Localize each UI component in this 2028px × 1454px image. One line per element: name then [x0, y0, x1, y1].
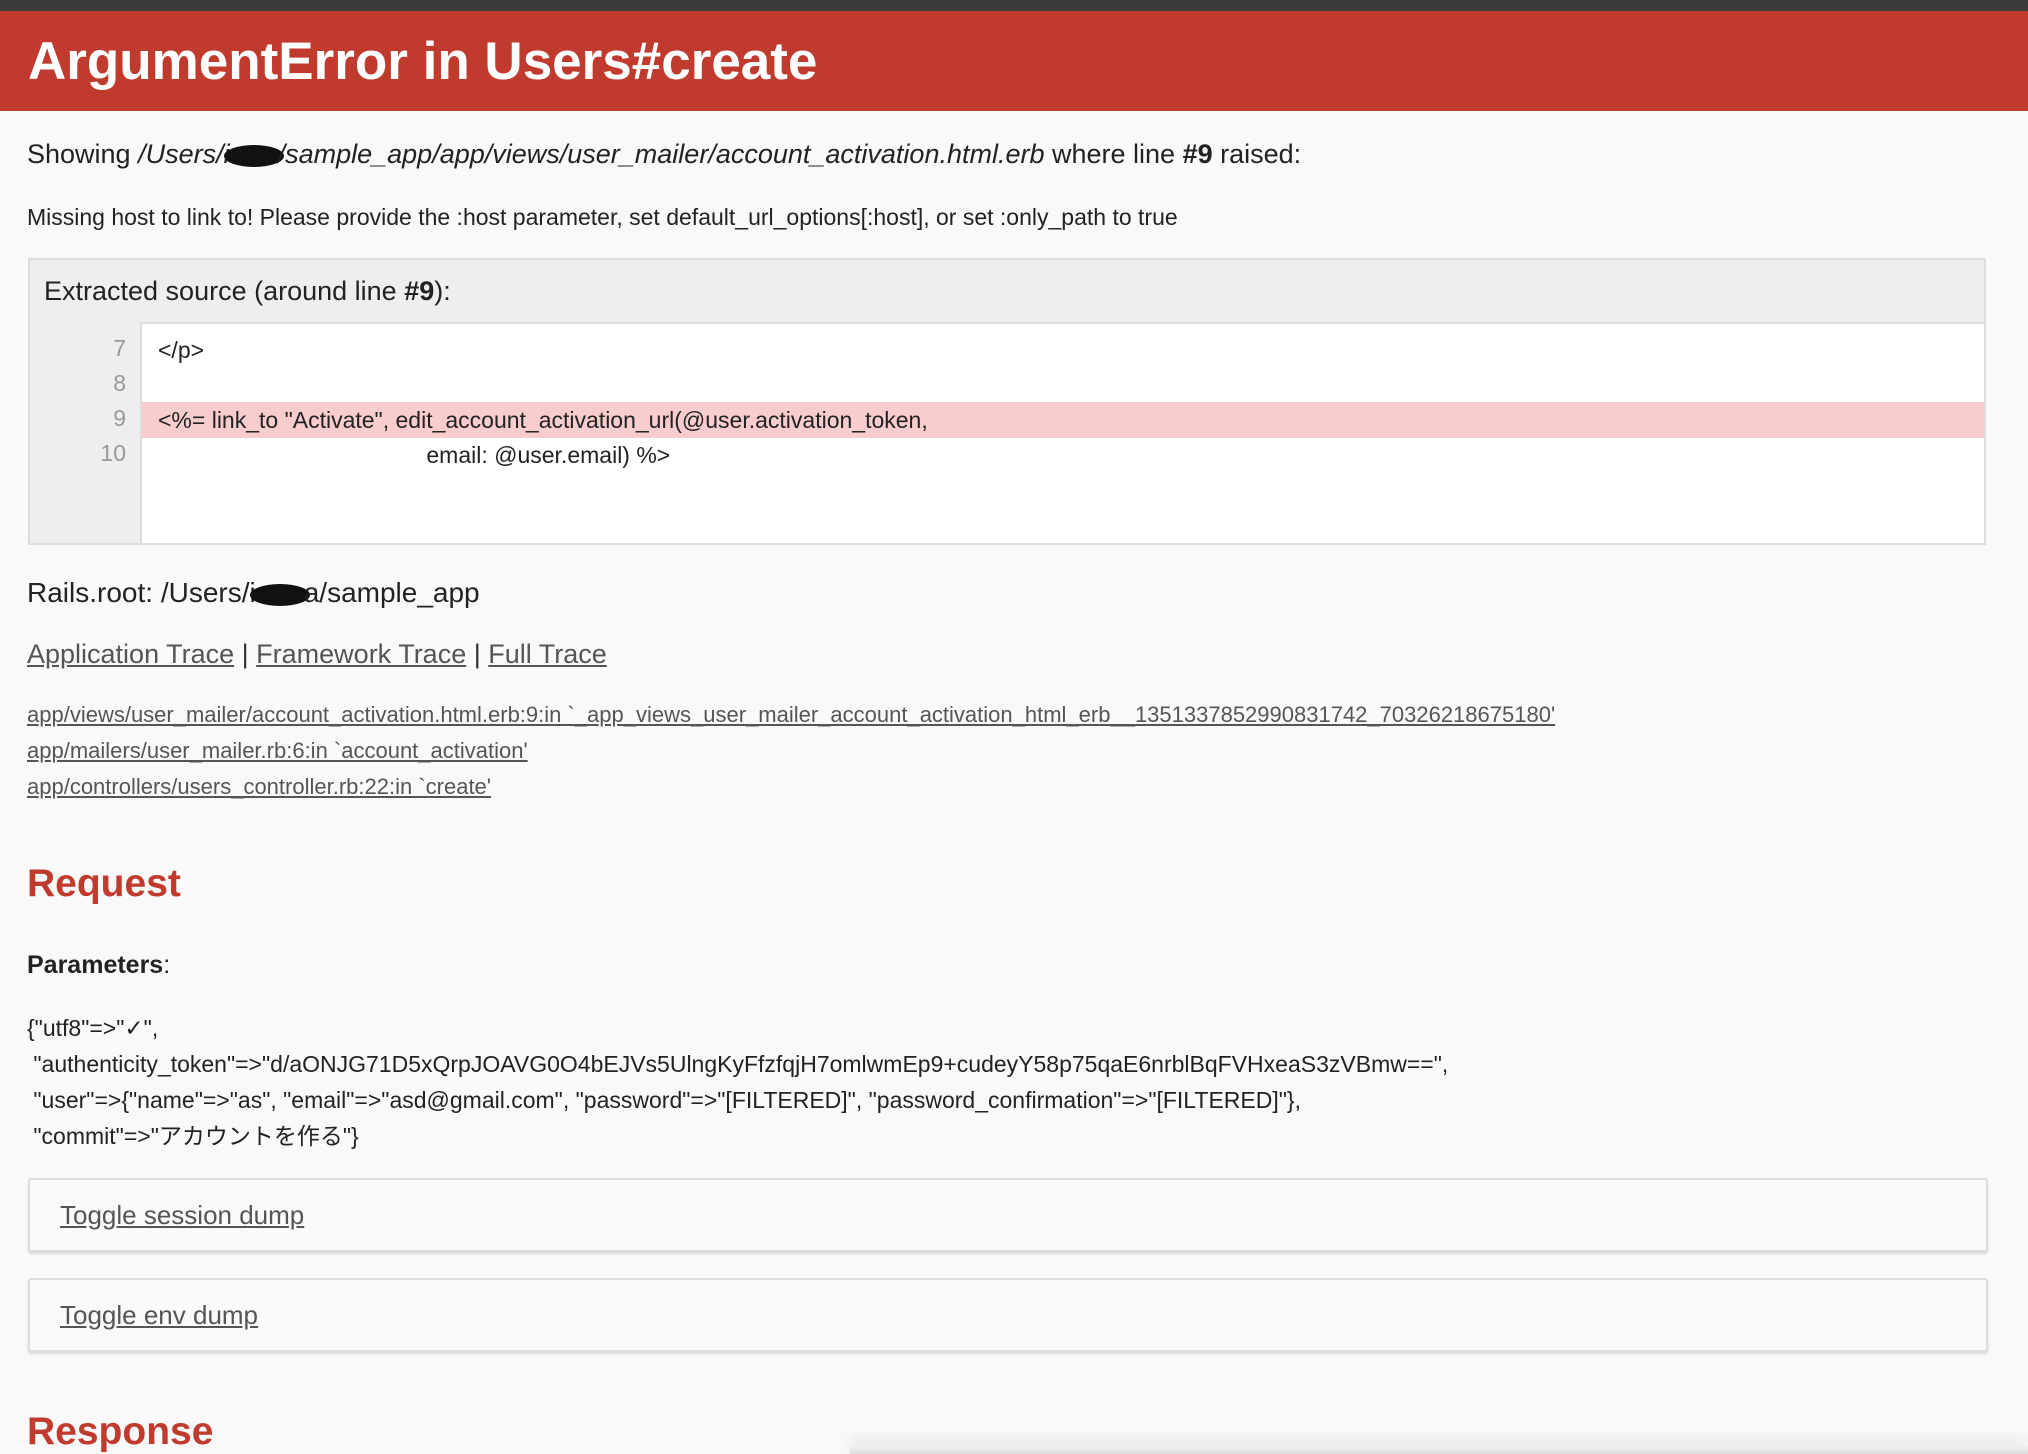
redaction-mark: [249, 584, 310, 606]
rails-root: Rails.root: /Users/i a/sample_app: [27, 575, 480, 611]
line-number: 10: [100, 440, 126, 466]
rails-root-suffix: a/sample_app: [303, 577, 480, 608]
parameters-colon: :: [163, 951, 171, 979]
showing-line: Showing /Users/i/sample_app/app/views/us…: [27, 137, 1301, 171]
parameters-dump: {"utf8"=>"✓", "authenticity_token"=>"d/a…: [27, 1015, 1449, 1149]
line-number: 8: [113, 370, 126, 396]
line-number: 9: [113, 405, 126, 431]
overlay-edge: [850, 1446, 2028, 1454]
framework-trace-link[interactable]: Framework Trace: [256, 639, 466, 669]
source-title: Extracted source (around line #9):: [44, 274, 451, 308]
code-line: </p>: [158, 337, 205, 363]
error-message: Missing host to link to! Please provide …: [27, 204, 1178, 230]
window-top-bar: [0, 0, 2028, 11]
code-line: email: @user.email) %>: [158, 442, 671, 468]
parameters-label-text: Parameters: [27, 951, 164, 979]
showing-suffix: raised:: [1212, 139, 1302, 169]
source-code: </p> <%= link_to "Activate", edit_accoun…: [140, 322, 1986, 545]
trace-separator: |: [241, 639, 249, 669]
source-title-prefix: Extracted source (around line: [44, 276, 405, 306]
source-title-line: #9: [404, 276, 435, 306]
code-line-highlighted: <%= link_to "Activate", edit_account_act…: [142, 402, 1984, 438]
application-trace-link[interactable]: Application Trace: [27, 639, 234, 669]
trace-line[interactable]: app/views/user_mailer/account_activation…: [27, 697, 1555, 733]
rails-root-prefix: Rails.root: /Users/i: [27, 577, 256, 608]
showing-prefix: Showing: [27, 139, 139, 169]
template-path-end: /sample_app/app/views/user_mailer/accoun…: [277, 139, 1045, 169]
source-title-suffix: ):: [434, 276, 451, 306]
parameters-label: Parameters:: [27, 948, 170, 982]
trace-tabs: Application Trace | Framework Trace | Fu…: [27, 637, 607, 671]
trace-list: app/views/user_mailer/account_activation…: [27, 697, 1555, 805]
line-number: 7: [113, 335, 126, 361]
env-dump-box: Toggle env dump: [28, 1278, 1988, 1352]
toggle-session-dump-link[interactable]: Toggle session dump: [60, 1198, 304, 1232]
response-heading: Response: [27, 1410, 214, 1453]
template-path-start: /Users/i: [138, 139, 230, 169]
trace-separator: |: [473, 639, 481, 669]
full-trace-link[interactable]: Full Trace: [488, 639, 607, 669]
showing-middle: where line: [1044, 139, 1183, 169]
toggle-env-dump-link[interactable]: Toggle env dump: [60, 1298, 258, 1332]
error-header: ArgumentError in Users#create: [0, 11, 2028, 111]
trace-line[interactable]: app/mailers/user_mailer.rb:6:in `account…: [27, 733, 1555, 769]
trace-line[interactable]: app/controllers/users_controller.rb:22:i…: [27, 769, 1555, 805]
page-title: ArgumentError in Users#create: [28, 32, 818, 91]
request-heading: Request: [27, 862, 181, 905]
extracted-source-panel: Extracted source (around line #9): 7 8 9…: [28, 258, 1986, 545]
error-line-number: #9: [1182, 139, 1213, 169]
redaction-mark: [223, 145, 284, 167]
session-dump-box: Toggle session dump: [28, 1178, 1988, 1252]
